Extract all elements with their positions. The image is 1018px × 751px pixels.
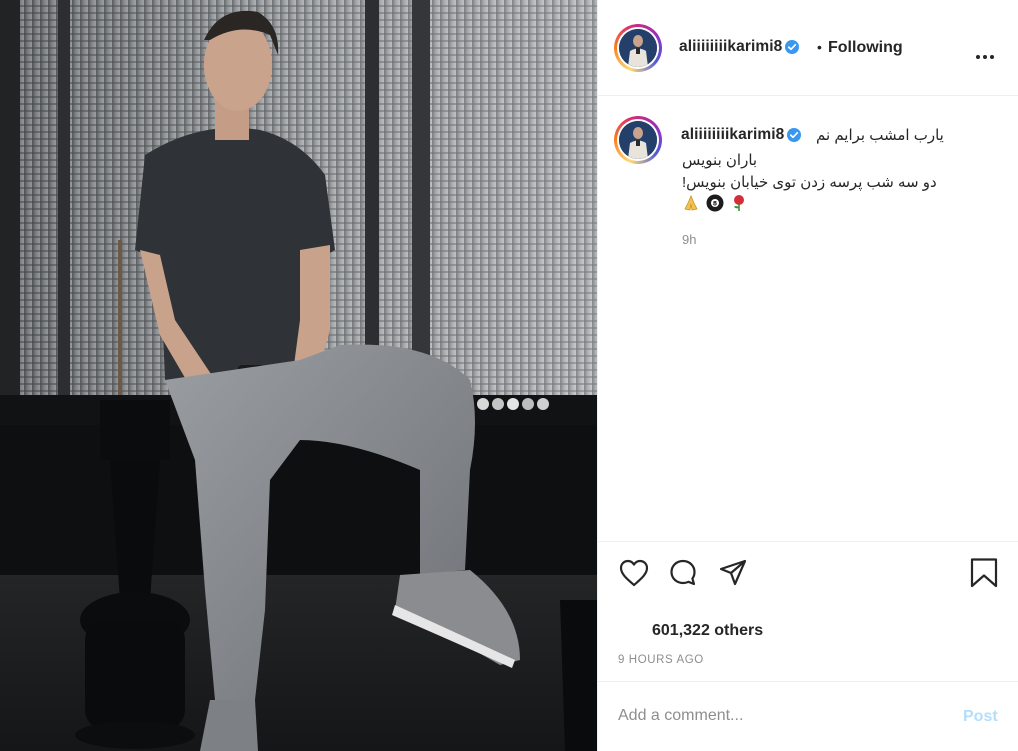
verified-badge-icon	[787, 127, 802, 142]
post-comment-button[interactable]: Post	[963, 708, 998, 726]
post-actions: 601,322 others 9 HOURS AGO	[598, 541, 1018, 681]
caption-section: aliiiiiiiikarimi8 یارب امشب برایم نم بار…	[598, 96, 1018, 541]
following-button[interactable]: Following	[828, 39, 903, 57]
comment-input[interactable]	[618, 704, 938, 728]
caption-text-line-1: یارب امشب برایم نم	[816, 127, 944, 144]
caption-text-line-3: !دو سه شب پرسه زدن توی خیابان بنویس	[682, 174, 937, 191]
post-time-ago[interactable]: 9 HOURS AGO	[618, 654, 704, 666]
post-image-illustration	[0, 0, 597, 751]
caption-emojis: 8	[682, 194, 750, 212]
caption-text-line-2: باران بنویس	[682, 152, 758, 169]
caption-username-link[interactable]: aliiiiiiiikarimi8	[681, 126, 784, 143]
folded-hands-icon	[684, 195, 698, 211]
caption-timestamp[interactable]: 9h	[682, 232, 696, 247]
username-link[interactable]: aliiiiiiiikarimi8	[679, 38, 782, 55]
verified-badge-icon	[785, 39, 800, 54]
post-photo[interactable]	[0, 0, 597, 751]
comment-icon[interactable]	[668, 558, 698, 588]
likes-count[interactable]: 601,322 others	[652, 622, 763, 640]
svg-text:8: 8	[713, 201, 717, 208]
header-username[interactable]: aliiiiiiiikarimi8	[679, 38, 800, 56]
post-header: aliiiiiiiikarimi8 • Following	[598, 0, 1018, 96]
heart-icon[interactable]	[618, 558, 650, 588]
caption-avatar[interactable]	[614, 116, 662, 164]
post-details-panel: aliiiiiiiikarimi8 • Following aliiiiiiii…	[597, 0, 1018, 751]
caption-username[interactable]: aliiiiiiiikarimi8	[681, 126, 802, 144]
rose-icon	[734, 195, 745, 212]
header-separator: •	[817, 39, 822, 55]
pool-8-ball-icon: 8	[706, 194, 724, 212]
bookmark-icon[interactable]	[968, 557, 1000, 589]
share-icon[interactable]	[718, 558, 748, 588]
more-options-icon[interactable]	[976, 46, 997, 64]
comment-bar: Post	[598, 681, 1018, 751]
avatar[interactable]	[614, 24, 662, 72]
